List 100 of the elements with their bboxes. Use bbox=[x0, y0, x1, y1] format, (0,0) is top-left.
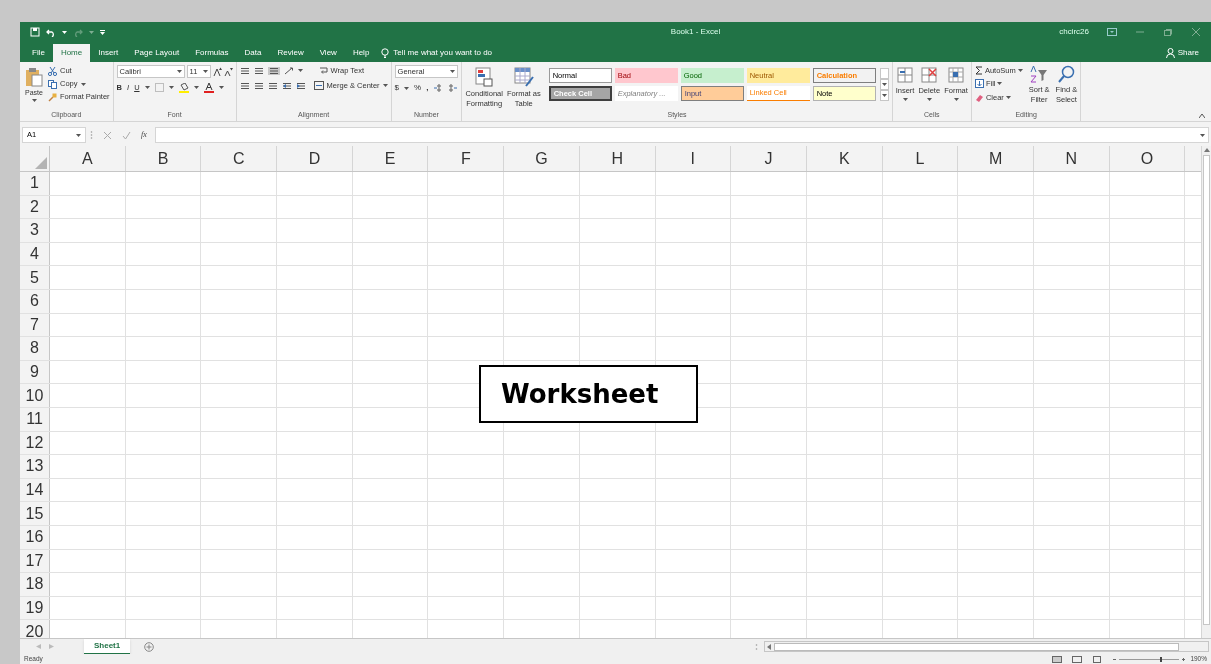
share-button[interactable]: Share bbox=[1165, 44, 1207, 62]
row-header[interactable]: 2 bbox=[20, 195, 50, 219]
ribbon-tab[interactable]: Review bbox=[269, 44, 312, 62]
column-header[interactable]: J bbox=[731, 146, 807, 171]
cancel-icon bbox=[103, 130, 112, 140]
tell-me-search[interactable]: Tell me what you want to do bbox=[381, 44, 493, 62]
split-handle-icon bbox=[755, 642, 758, 651]
decrease-decimal-icon bbox=[448, 84, 459, 92]
scroll-down-button[interactable] bbox=[879, 79, 889, 90]
row-header[interactable]: 16 bbox=[20, 525, 50, 549]
formula-input-field[interactable] bbox=[154, 127, 1209, 143]
currency-button[interactable]: $ bbox=[394, 82, 399, 94]
scroll-up-icon[interactable] bbox=[1203, 148, 1210, 152]
shrink-font-icon bbox=[223, 67, 233, 76]
ribbon-tab[interactable]: Formulas bbox=[187, 44, 237, 62]
select-all-icon[interactable] bbox=[35, 157, 47, 169]
row-header[interactable]: 1 bbox=[20, 172, 50, 195]
user-name[interactable]: chcirc26 bbox=[1059, 26, 1089, 38]
column-header[interactable]: O bbox=[1109, 146, 1186, 171]
ribbon-tab[interactable]: Page Layout bbox=[126, 44, 188, 62]
brush-icon bbox=[48, 92, 57, 102]
increase-indent-icon bbox=[295, 81, 306, 90]
next-sheet-icon bbox=[49, 644, 54, 649]
row-header[interactable]: 12 bbox=[20, 431, 50, 455]
fill-down-icon bbox=[974, 79, 984, 89]
column-header[interactable]: L bbox=[882, 146, 959, 171]
row-header[interactable]: 7 bbox=[20, 313, 50, 337]
grow-font-icon bbox=[212, 67, 222, 76]
close-icon bbox=[1191, 28, 1201, 36]
caret-icon bbox=[31, 98, 37, 102]
row-header[interactable]: 15 bbox=[20, 502, 50, 525]
ribbon-tab[interactable]: Help bbox=[344, 44, 378, 62]
row-header[interactable]: 13 bbox=[20, 455, 50, 478]
column-header[interactable]: K bbox=[806, 146, 883, 171]
column-header[interactable]: B bbox=[125, 146, 202, 171]
scroll-left-icon[interactable] bbox=[767, 643, 771, 650]
column-header[interactable]: M bbox=[958, 146, 1034, 171]
caret-icon bbox=[144, 86, 150, 90]
restore-icon bbox=[1163, 28, 1173, 36]
caret-icon bbox=[881, 94, 887, 97]
orientation-icon bbox=[283, 66, 294, 75]
clipboard-icon bbox=[25, 67, 43, 87]
column-header[interactable]: E bbox=[352, 146, 429, 171]
column-header[interactable]: F bbox=[428, 146, 505, 171]
row-header[interactable]: 3 bbox=[20, 219, 50, 242]
insert-function-button[interactable]: fx bbox=[141, 129, 147, 141]
row-header[interactable]: 4 bbox=[20, 242, 50, 266]
decrease-indent-icon bbox=[281, 81, 292, 90]
column-header[interactable]: C bbox=[201, 146, 278, 171]
ribbon-tab[interactable]: File bbox=[24, 44, 53, 62]
eraser-icon bbox=[974, 92, 984, 102]
callout-label: Worksheet bbox=[479, 365, 698, 423]
borders-icon bbox=[154, 83, 164, 93]
caret-icon bbox=[926, 98, 932, 102]
sheet-tab[interactable]: Sheet1 bbox=[84, 638, 131, 655]
sigma-icon bbox=[974, 66, 983, 76]
row-header[interactable]: 18 bbox=[20, 573, 50, 596]
row-header[interactable]: 5 bbox=[20, 266, 50, 289]
format-cells-icon bbox=[948, 67, 964, 83]
ribbon-tab[interactable]: Home bbox=[52, 44, 91, 62]
page-break-icon bbox=[1092, 655, 1103, 663]
ribbon-tab[interactable]: View bbox=[311, 44, 345, 62]
window-title: Book1 - Excel bbox=[670, 26, 721, 38]
column-header[interactable]: H bbox=[579, 146, 656, 171]
caret-icon bbox=[62, 30, 67, 34]
caret-icon bbox=[80, 82, 86, 86]
more-icon bbox=[90, 130, 93, 140]
add-sheet-icon bbox=[144, 641, 155, 652]
column-header[interactable]: N bbox=[1033, 146, 1110, 171]
vertical-scrollbar[interactable] bbox=[1201, 146, 1211, 638]
column-header[interactable]: I bbox=[655, 146, 732, 171]
row-header[interactable]: 19 bbox=[20, 596, 50, 620]
row-header[interactable]: 11 bbox=[20, 407, 50, 431]
caret-icon bbox=[953, 98, 959, 102]
customize-icon bbox=[100, 29, 105, 35]
row-header[interactable]: 6 bbox=[20, 289, 50, 313]
comma-button[interactable]: , bbox=[426, 82, 429, 94]
scissors-icon bbox=[48, 66, 57, 76]
row-header[interactable]: 14 bbox=[20, 478, 50, 502]
align-right-icon bbox=[267, 81, 278, 90]
column-header[interactable]: A bbox=[50, 146, 126, 171]
caret-icon bbox=[1017, 69, 1023, 73]
ribbon-tab[interactable]: Insert bbox=[90, 44, 127, 62]
copy-icon bbox=[48, 79, 57, 89]
horizontal-scrollbar[interactable] bbox=[764, 641, 1209, 652]
row-header[interactable]: 17 bbox=[20, 549, 50, 573]
column-header[interactable]: D bbox=[277, 146, 353, 171]
caret-icon bbox=[404, 86, 409, 90]
lightbulb-icon bbox=[381, 48, 390, 58]
percent-button[interactable]: % bbox=[414, 82, 422, 94]
row-header[interactable]: 8 bbox=[20, 337, 50, 360]
more-styles-button[interactable] bbox=[879, 90, 889, 101]
caret-icon bbox=[902, 98, 908, 102]
column-header[interactable]: G bbox=[504, 146, 580, 171]
ribbon-tab[interactable]: Data bbox=[236, 44, 270, 62]
align-bottom-icon bbox=[267, 66, 280, 75]
person-icon bbox=[1165, 48, 1175, 58]
row-header[interactable]: 20 bbox=[20, 620, 50, 638]
row-header[interactable]: 10 bbox=[20, 384, 50, 407]
row-header[interactable]: 9 bbox=[20, 360, 50, 384]
